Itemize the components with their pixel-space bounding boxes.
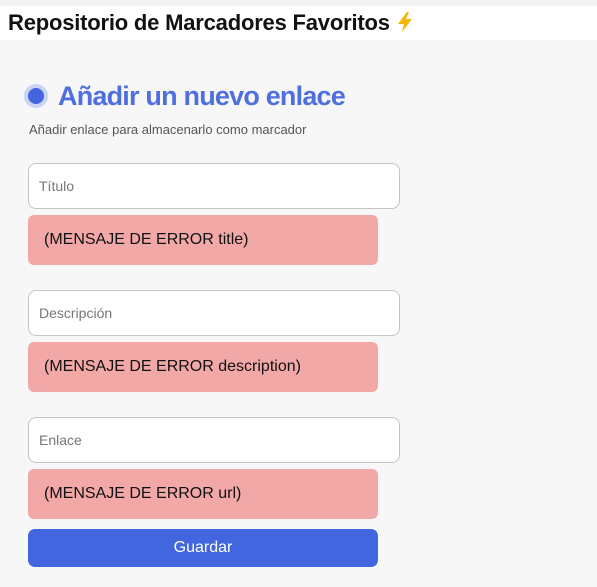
title-error-message: (MENSAJE DE ERROR title) [28, 215, 378, 265]
lightning-bolt-icon [397, 12, 412, 32]
form-title: Añadir un nuevo enlace [58, 80, 346, 111]
form-header: Añadir un nuevo enlace [24, 80, 346, 112]
form-subtitle: Añadir enlace para almacenarlo como marc… [29, 122, 307, 137]
page-title-text: Repositorio de Marcadores Favoritos [8, 10, 390, 35]
top-strip [0, 0, 597, 6]
url-error-message: (MENSAJE DE ERROR url) [28, 469, 378, 519]
description-error-message: (MENSAJE DE ERROR description) [28, 342, 378, 392]
title-input[interactable] [28, 163, 400, 209]
page-title: Repositorio de Marcadores Favoritos [8, 9, 415, 37]
url-input[interactable] [28, 417, 400, 463]
description-input[interactable] [28, 290, 400, 336]
radio-dot-icon [24, 84, 48, 108]
save-button[interactable]: Guardar [28, 529, 378, 567]
